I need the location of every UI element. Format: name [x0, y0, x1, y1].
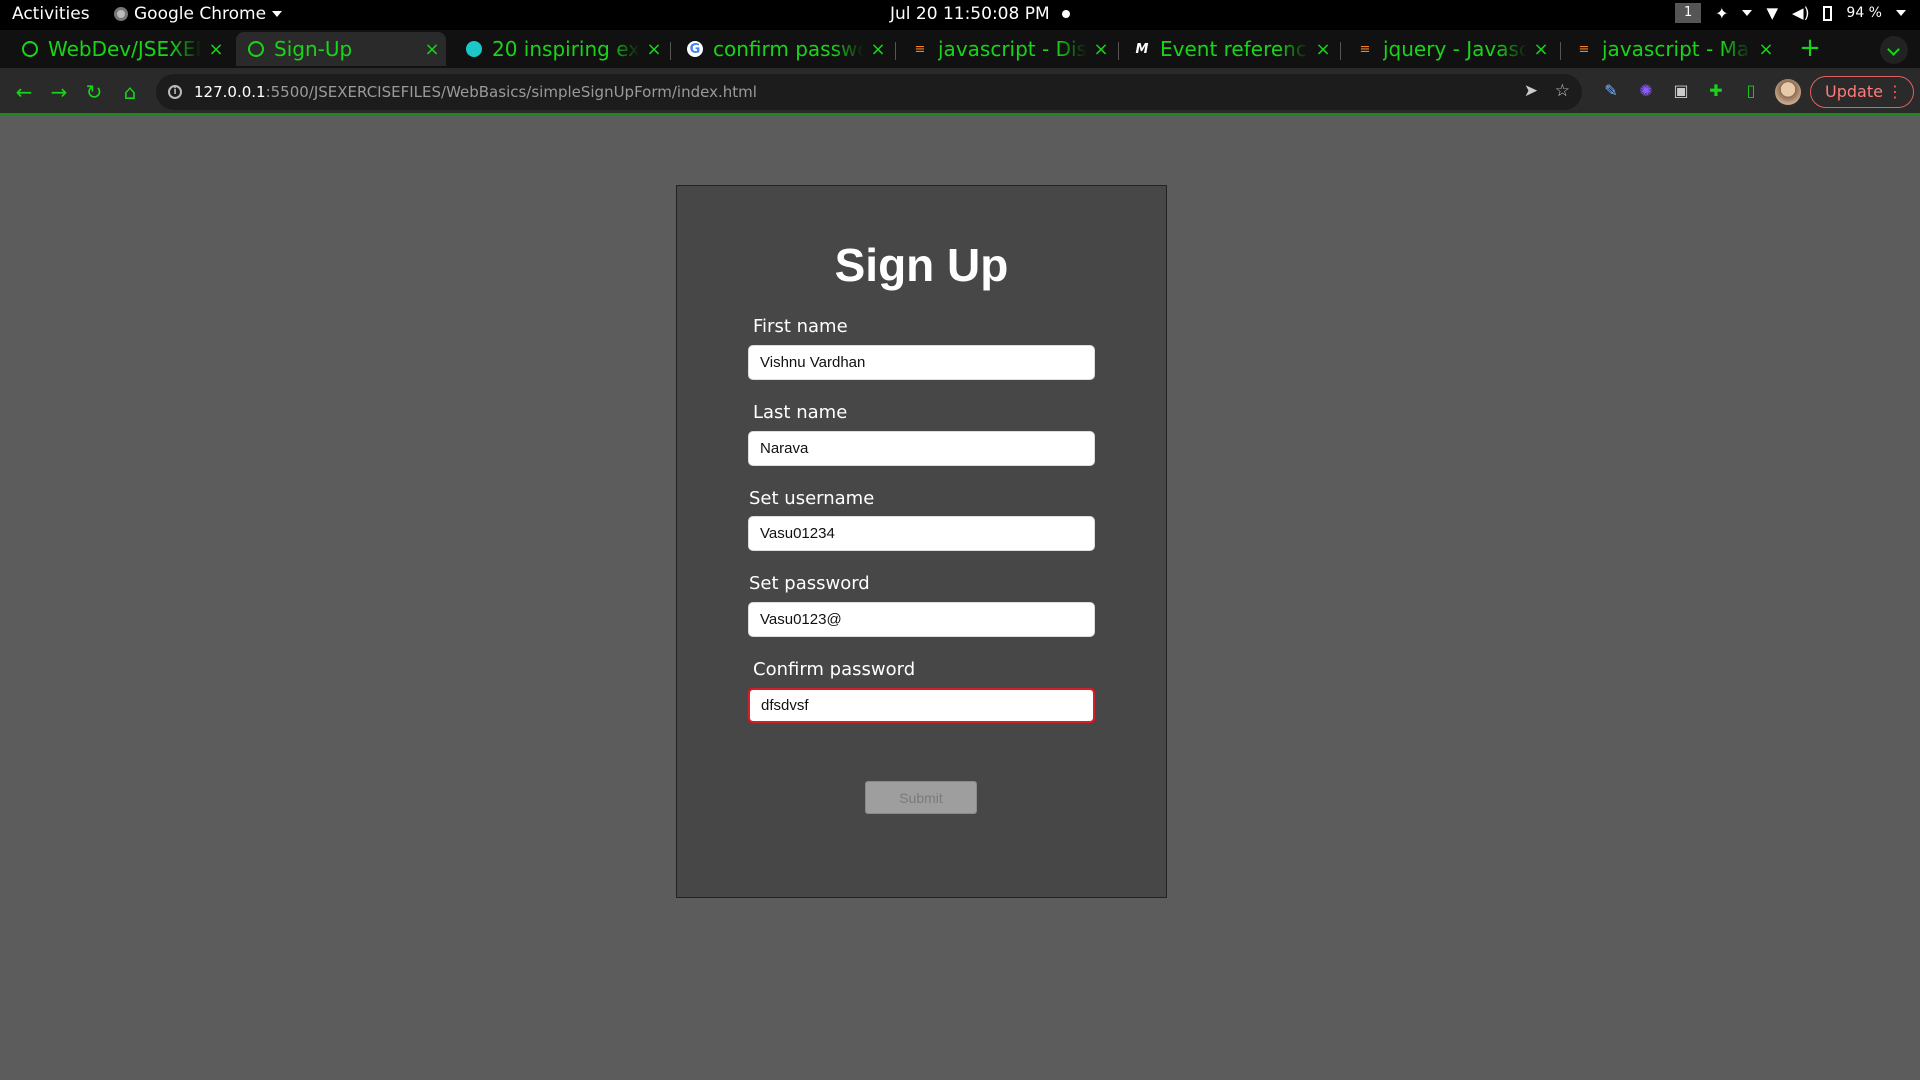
bubble-icon	[466, 41, 482, 57]
site-info-icon[interactable]: i	[168, 85, 182, 99]
tab-separator	[895, 42, 896, 60]
tab-title: jquery - Javascript	[1383, 37, 1527, 61]
username-label: Set username	[749, 488, 875, 509]
mdn-icon: M	[1135, 41, 1149, 57]
battery-percent: 94 %	[1846, 5, 1882, 21]
tab-inspiring-examples[interactable]: 20 inspiring examples ×	[454, 32, 668, 66]
clock[interactable]: Jul 20 11:50:08 PM	[890, 4, 1070, 24]
close-icon[interactable]: ×	[202, 39, 230, 60]
reload-button[interactable]: ↻	[80, 78, 108, 106]
tab-jquery-javascript[interactable]: ≡ jquery - Javascript ×	[1345, 32, 1555, 66]
star-icon[interactable]: ☆	[1555, 81, 1570, 101]
forward-button[interactable]: →	[45, 78, 73, 106]
app-menu[interactable]: Google Chrome	[114, 4, 283, 24]
tab-title: javascript - Make	[1602, 37, 1752, 61]
clock-label: Jul 20 11:50:08 PM	[890, 4, 1050, 24]
tab-title: Event reference	[1160, 37, 1309, 61]
github-icon	[22, 41, 38, 57]
stackoverflow-icon: ≡	[1578, 41, 1590, 57]
close-icon[interactable]: ×	[864, 39, 892, 60]
stackoverflow-icon: ≡	[1359, 41, 1371, 57]
close-icon[interactable]: ×	[418, 39, 446, 60]
activities-button[interactable]: Activities	[12, 4, 90, 24]
submit-button[interactable]: Submit	[865, 781, 977, 814]
close-icon[interactable]: ×	[1087, 39, 1115, 60]
close-icon[interactable]: ×	[1309, 39, 1337, 60]
first-name-field[interactable]	[748, 345, 1095, 380]
tab-strip: WebDev/JSEXERCISEFILES × Sign-Up × 20 in…	[0, 30, 1920, 68]
notification-dot-icon	[1061, 10, 1070, 18]
system-tray[interactable]: 1 ✦ ▼ ◀) 94 %	[1675, 3, 1906, 23]
volume-icon: ◀)	[1792, 4, 1810, 22]
browser-toolbar: ← → ↻ ⌂ i 127.0.0.1:5500/JSEXERCISEFILES…	[0, 68, 1920, 116]
update-button-label: Update	[1825, 82, 1883, 101]
wifi-icon: ▼	[1766, 4, 1779, 22]
home-button[interactable]: ⌂	[116, 78, 144, 106]
chrome-icon	[114, 7, 128, 21]
tab-title: Sign-Up	[274, 37, 353, 61]
google-icon: G	[687, 41, 703, 57]
more-vertical-icon[interactable]: ⋮	[1887, 77, 1903, 107]
chevron-down-icon	[1896, 10, 1906, 16]
tab-sign-up[interactable]: Sign-Up ×	[236, 32, 446, 66]
first-name-label: First name	[753, 316, 848, 337]
confirm-password-label: Confirm password	[753, 659, 916, 680]
update-button[interactable]: Update ⋮	[1810, 76, 1914, 108]
avatar[interactable]	[1775, 79, 1801, 105]
confirm-password-field[interactable]	[748, 688, 1095, 723]
tab-event-reference[interactable]: M Event reference ×	[1122, 32, 1337, 66]
translate-extension-icon[interactable]: ▣	[1670, 80, 1692, 102]
tab-confirm-password[interactable]: G confirm password ×	[675, 32, 892, 66]
url-text[interactable]: 127.0.0.1:5500/JSEXERCISEFILES/WebBasics…	[194, 83, 757, 101]
new-tab-button[interactable]: +	[1795, 34, 1825, 64]
page-title: Sign Up	[834, 239, 1009, 291]
tab-javascript-make[interactable]: ≡ javascript - Make ×	[1564, 32, 1780, 66]
side-panel-icon[interactable]: ▯	[1740, 80, 1762, 102]
last-name-field[interactable]	[748, 431, 1095, 466]
globe-icon	[248, 41, 264, 57]
tab-webdev[interactable]: WebDev/JSEXERCISEFILES ×	[10, 32, 230, 66]
tab-title: javascript - Disable	[938, 37, 1087, 61]
address-bar[interactable]: i 127.0.0.1:5500/JSEXERCISEFILES/WebBasi…	[156, 74, 1582, 110]
tab-separator	[670, 42, 671, 60]
battery-icon	[1823, 5, 1833, 21]
password-label: Set password	[749, 573, 870, 594]
tab-separator	[1118, 42, 1119, 60]
back-button[interactable]: ←	[10, 78, 38, 106]
accessibility-icon[interactable]: ✦	[1715, 4, 1728, 23]
pen-extension-icon[interactable]: ✎	[1600, 80, 1622, 102]
username-field[interactable]	[748, 516, 1095, 551]
system-top-bar: Activities Google Chrome Jul 20 11:50:08…	[0, 0, 1920, 30]
chevron-down-icon	[1742, 10, 1753, 16]
tab-javascript-disable[interactable]: ≡ javascript - Disable ×	[900, 32, 1115, 66]
tab-separator	[1560, 42, 1561, 60]
app-menu-label: Google Chrome	[134, 4, 267, 24]
puzzle-icon[interactable]: ✚	[1705, 80, 1727, 102]
tab-separator	[1340, 42, 1341, 60]
gear-extension-icon[interactable]: ✺	[1635, 80, 1657, 102]
stackoverflow-icon: ≡	[914, 41, 926, 57]
tab-title: WebDev/JSEXERCISEFILES	[48, 37, 202, 61]
workspace-indicator[interactable]: 1	[1675, 3, 1702, 23]
close-icon[interactable]: ×	[1527, 39, 1555, 60]
tab-title: 20 inspiring examples	[492, 37, 640, 61]
send-icon[interactable]: ➤	[1524, 81, 1538, 101]
tab-search-button[interactable]	[1880, 36, 1908, 64]
close-icon[interactable]: ×	[1752, 39, 1780, 60]
close-icon[interactable]: ×	[640, 39, 668, 60]
chevron-down-icon	[272, 11, 283, 17]
tab-title: confirm password	[713, 37, 864, 61]
last-name-label: Last name	[753, 402, 848, 423]
signup-card: Sign Up First name Last name Set usernam…	[676, 185, 1167, 898]
password-field[interactable]	[748, 602, 1095, 637]
